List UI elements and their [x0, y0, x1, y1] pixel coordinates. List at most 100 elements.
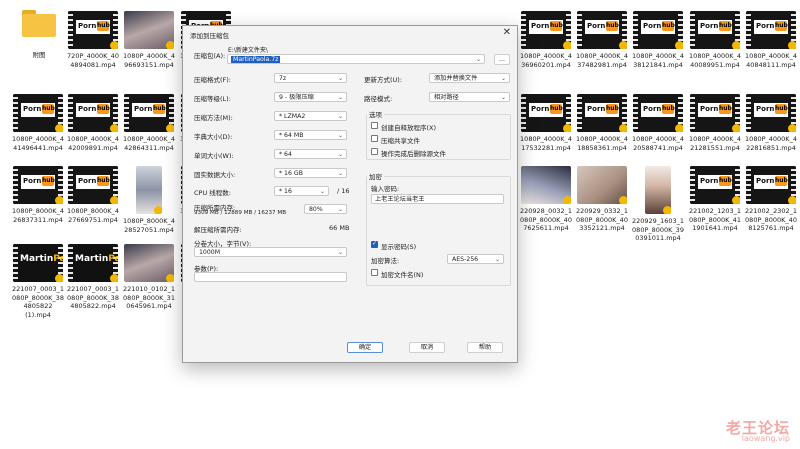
ok-button[interactable]: 确定: [347, 342, 383, 353]
thumb-logo-badge: hub: [775, 21, 788, 31]
split-select[interactable]: 1000M ⌄: [194, 247, 347, 257]
thumb-logo-word: Porn: [700, 105, 719, 113]
cpu-select[interactable]: * 16 ⌄: [274, 186, 329, 196]
desktop-file[interactable]: Porn hub 1080P_4000K_4 42009891.mp4: [65, 94, 121, 152]
play-badge-icon: [55, 274, 63, 282]
solid-select[interactable]: * 16 GB ⌄: [274, 168, 347, 178]
video-thumbnail-icon: Pornhub: [577, 11, 627, 49]
desktop-file[interactable]: MartinPaola221007_0003_1 080P_8000K_38 4…: [10, 244, 66, 319]
encrypt-names-checkbox[interactable]: [371, 269, 378, 276]
encrypt-title: 加密: [367, 171, 384, 181]
thumb-logo-word: Porn: [643, 22, 662, 30]
thumb-logo-badge: hub: [606, 104, 619, 114]
desktop-file[interactable]: Porn hub 1080P_4000K_4 42864311.mp4: [121, 94, 177, 152]
desktop-file[interactable]: Porn hub 221002_1203_1 080P_8000K_41 19016…: [687, 166, 743, 233]
video-thumbnail-icon: MartinPaola: [68, 244, 118, 282]
martin-logo-word2: Paola: [53, 254, 63, 264]
desktop-file[interactable]: Porn hub 1080P_8000K_4 26837311.mp4: [10, 166, 66, 224]
sfx-checkbox[interactable]: [371, 122, 378, 129]
video-thumbnail-icon: Pornhub: [690, 94, 740, 132]
desktop-file[interactable]: 1080P_8000K_4 28527051.mp4: [121, 166, 177, 234]
desktop-file[interactable]: Porn hub 1080P_4000K_4 21281551.mp4: [687, 94, 743, 152]
desktop-file[interactable]: 1080P_4000K_4 96693151.mp4: [121, 11, 177, 69]
video-preview-thumbnail: [124, 11, 174, 49]
file-name: 720P_4000K_40 4894081.mp4: [67, 52, 119, 69]
play-badge-icon: [166, 274, 174, 282]
thumb-logo-badge: hub: [662, 21, 675, 31]
file-name: 220928_0032_1 080P_8000K_40 7625611.mp4: [520, 207, 572, 232]
params-input[interactable]: [194, 272, 347, 282]
close-icon[interactable]: ✕: [503, 27, 511, 38]
desktop-file[interactable]: 220929_1603_1 080P_8000K_39 0391011.mp4: [630, 166, 686, 243]
thumb-logo-word: Porn: [756, 105, 775, 113]
level-select[interactable]: 9 - 极限压缩 ⌄: [274, 92, 347, 102]
thumb-logo-badge: hub: [719, 104, 732, 114]
desktop-file[interactable]: Porn hub 1080P_8000K_4 27669751.mp4: [65, 166, 121, 224]
mem-percent-select[interactable]: 80% ⌄: [304, 204, 347, 214]
cancel-button[interactable]: 取消: [409, 342, 445, 353]
thumb-logo-badge: hub: [97, 21, 110, 31]
thumb-logo-word: Porn: [78, 177, 97, 185]
file-name: 1080P_4000K_4 37482981.mp4: [576, 52, 628, 69]
desktop-file[interactable]: Porn hub 1080P_4000K_4 37482981.mp4: [574, 11, 630, 69]
format-select[interactable]: 7z ⌄: [274, 73, 347, 83]
desktop-file[interactable]: Porn hub 221002_2302_1 080P_8000K_40 81257…: [743, 166, 799, 233]
desktop-file[interactable]: 220928_0032_1 080P_8000K_40 7625611.mp4: [518, 166, 574, 233]
enc-method-value: AES-256: [452, 256, 479, 263]
file-name: 1080P_4000K_4 42864311.mp4: [123, 135, 175, 152]
desktop-file[interactable]: Porn hub 1080P_4000K_4 40089951.mp4: [687, 11, 743, 69]
add-to-archive-dialog: 添加到压缩包 ✕ 压缩包(A): E:\新建文件夹\ MartinPaola.7…: [182, 25, 518, 363]
desktop-file[interactable]: Porn hub 1080P_4000K_4 38121841.mp4: [630, 11, 686, 69]
method-select[interactable]: * LZMA2 ⌄: [274, 111, 347, 121]
show-password-checkbox[interactable]: [371, 240, 378, 248]
shared-checkbox[interactable]: [371, 135, 378, 142]
help-button[interactable]: 帮助: [467, 342, 503, 353]
file-name: 1080P_8000K_4 26837311.mp4: [12, 207, 64, 224]
enc-method-select[interactable]: AES-256 ⌄: [447, 254, 504, 264]
thumb-logo-word: Porn: [700, 22, 719, 30]
thumb-logo-word: Porn: [23, 177, 42, 185]
dict-select[interactable]: * 64 MB ⌄: [274, 130, 347, 140]
file-name: 220929_0332_1 080P_8000K_40 3352121.mp4: [576, 207, 628, 232]
desktop-file[interactable]: Porn hub 720P_4000K_40 4894081.mp4: [65, 11, 121, 69]
solid-label: 固实数据大小:: [194, 171, 236, 179]
play-badge-icon: [732, 196, 740, 204]
desktop-file[interactable]: Porn hub 1080P_4000K_4 36960201.mp4: [518, 11, 574, 69]
desktop-file[interactable]: Porn hub 1080P_4000K_4 40848111.mp4: [743, 11, 799, 69]
pathmode-select[interactable]: 相对路径 ⌄: [429, 92, 510, 102]
desktop-file[interactable]: 221010_0102_1 080P_8000K_31 0645961.mp4: [121, 244, 177, 311]
dict-value: * 64 MB: [279, 132, 304, 139]
thumb-logo-badge: hub: [550, 104, 563, 114]
desktop-file[interactable]: Porn hub 1080P_4000K_4 20588741.mp4: [630, 94, 686, 152]
desktop-file[interactable]: MartinPaola221007_0003_1 080P_8000K_38 4…: [65, 244, 121, 311]
play-badge-icon: [166, 41, 174, 49]
thumb-logo-word: Porn: [700, 177, 719, 185]
browse-button[interactable]: ...: [494, 54, 510, 65]
desktop-file[interactable]: Porn hub 1080P_4000K_4 18858361.mp4: [574, 94, 630, 152]
chevron-down-icon: ⌄: [337, 151, 343, 158]
archive-label: 压缩包(A):: [194, 52, 226, 60]
thumb-logo-badge: hub: [550, 21, 563, 31]
desktop-file[interactable]: 220929_0332_1 080P_8000K_40 3352121.mp4: [574, 166, 630, 233]
chevron-down-icon: ⌄: [337, 170, 343, 177]
file-name: 1080P_4000K_4 40848111.mp4: [745, 52, 797, 69]
play-badge-icon: [55, 124, 63, 132]
play-badge-icon: [619, 196, 627, 204]
desktop-file[interactable]: Porn hub 1080P_4000K_4 41496441.mp4: [10, 94, 66, 152]
play-badge-icon: [166, 124, 174, 132]
chevron-down-icon: ⌄: [475, 56, 481, 63]
word-select[interactable]: * 64 ⌄: [274, 149, 347, 159]
desktop-folder[interactable]: 附图: [11, 9, 67, 60]
password-input[interactable]: 上老王论坛当老王: [371, 194, 504, 204]
desktop-file[interactable]: Porn hub 1080P_4000K_4 17532281.mp4: [518, 94, 574, 152]
delete-checkbox[interactable]: [371, 148, 378, 155]
update-select[interactable]: 添加并替换文件 ⌄: [429, 73, 510, 83]
video-thumbnail-icon: Pornhub: [746, 11, 796, 49]
shared-label: 压缩共享文件: [381, 137, 420, 145]
dialog-titlebar[interactable]: 添加到压缩包 ✕: [183, 26, 517, 40]
archive-name-input[interactable]: MartinPaola.7z ⌄: [227, 54, 485, 64]
chevron-down-icon: ⌄: [500, 75, 506, 82]
desktop-file[interactable]: Porn hub 1080P_4000K_4 22816851.mp4: [743, 94, 799, 152]
file-name: 1080P_4000K_4 38121841.mp4: [632, 52, 684, 69]
video-thumbnail-icon: Pornhub: [746, 94, 796, 132]
